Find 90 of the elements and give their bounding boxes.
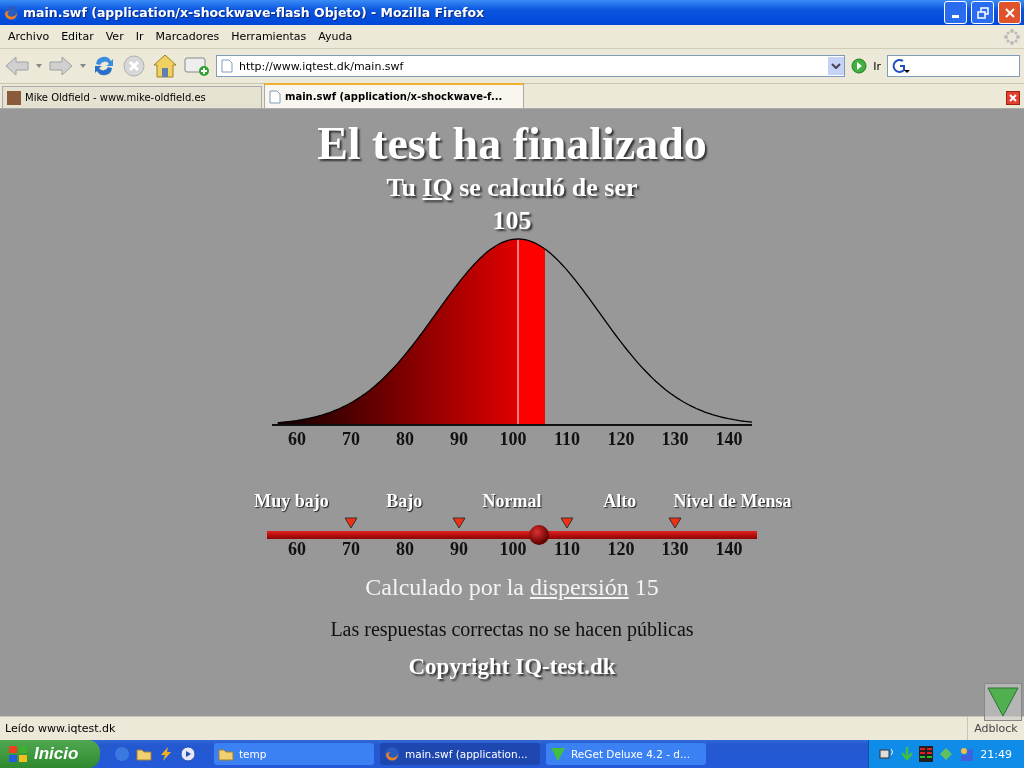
subtitle: Tu IQ se calculó de ser <box>386 172 638 204</box>
minimize-icon <box>952 15 959 18</box>
restore-icon <box>976 6 989 19</box>
window-title: main.swf (application/x-shockwave-flash Objeto) - Mozilla Firefox <box>23 5 486 20</box>
adblock-label[interactable]: Adblock <box>974 722 1018 735</box>
tab-label: Mike Oldfield - www.mike-oldfield.es <box>25 92 206 103</box>
bookmark-add-icon[interactable] <box>184 55 210 77</box>
scale-label: 90 <box>450 539 468 560</box>
scale-label: 80 <box>396 539 414 560</box>
scale-label: 70 <box>342 539 360 560</box>
address-field[interactable]: http://www.iqtest.dk/main.swf <box>216 55 846 77</box>
minimize-button[interactable] <box>944 1 967 24</box>
network-icon[interactable] <box>879 746 896 762</box>
tab[interactable]: main.swf (application/x-shockwave-f... <box>264 83 524 108</box>
category-label: Normal <box>482 491 542 512</box>
menu-item[interactable]: Archivo <box>4 30 58 43</box>
scale-label: 140 <box>715 539 743 560</box>
marker-icon <box>344 517 358 529</box>
axis-label: 80 <box>396 429 414 450</box>
category-label: Bajo <box>386 491 423 512</box>
restore-button[interactable] <box>971 1 994 24</box>
axis-label: 70 <box>342 429 360 450</box>
category-label: Alto <box>603 491 637 512</box>
taskbar-button[interactable]: ReGet Deluxe 4.2 - d... <box>546 743 706 765</box>
close-icon <box>1003 6 1016 19</box>
start-button[interactable]: Inicio <box>0 740 100 768</box>
go-icon[interactable] <box>851 58 868 74</box>
lightning-icon[interactable] <box>158 746 174 762</box>
caret-icon[interactable] <box>80 64 86 68</box>
scale-label: 120 <box>607 539 635 560</box>
menu-item[interactable]: Ver <box>101 30 132 43</box>
menu-item[interactable]: Editar <box>57 30 102 43</box>
menu-item[interactable]: Herramientas <box>227 30 315 43</box>
windows-flag-icon <box>8 745 28 763</box>
page-icon <box>269 89 281 104</box>
people-icon[interactable] <box>959 746 976 762</box>
url-text: http://www.iqtest.dk/main.swf <box>239 59 405 73</box>
tab-label: main.swf (application/x-shockwave-f... <box>285 91 503 102</box>
search-engine-icon <box>891 58 911 74</box>
axis-label: 90 <box>450 429 468 450</box>
dispersion-text: Calculado por la dispersión 15 <box>365 573 659 602</box>
status-text: Leído www.iqtest.dk <box>5 722 117 735</box>
stop-icon[interactable] <box>122 54 146 78</box>
marker-icon <box>668 517 682 529</box>
clock: 21:49 <box>980 747 1012 761</box>
firefox-icon <box>3 4 19 21</box>
axis-label: 60 <box>288 429 306 450</box>
marker-icon <box>560 517 574 529</box>
forward-arrow-icon[interactable] <box>48 54 74 78</box>
page-heading: El test ha finalizado <box>317 117 707 171</box>
folder-icon <box>218 746 234 762</box>
menu-item[interactable]: Ir <box>131 30 152 43</box>
back-arrow-icon[interactable] <box>4 54 30 78</box>
taskbar-button[interactable]: temp <box>214 743 374 765</box>
close-tab-icon[interactable] <box>1006 91 1020 105</box>
photo-placeholder <box>7 90 21 105</box>
reload-icon[interactable] <box>92 54 116 78</box>
scale-label: 130 <box>661 539 689 560</box>
score-value: 105 <box>492 205 532 237</box>
marker-icon <box>452 517 466 529</box>
close-button[interactable] <box>998 1 1021 24</box>
taskbar-button[interactable]: main.swf (application... <box>380 743 540 765</box>
menu-item[interactable]: Ayuda <box>314 30 361 43</box>
dropdown-button[interactable] <box>828 57 845 75</box>
page-icon <box>221 59 233 73</box>
copyright-text: Copyright IQ-test.dk <box>408 653 616 681</box>
axis-label: 140 <box>715 429 743 450</box>
meter-icon[interactable] <box>919 746 934 762</box>
throbber-icon <box>1004 28 1020 45</box>
menu-item[interactable]: Marcadores <box>151 30 228 43</box>
axis-label: 100 <box>499 429 527 450</box>
axis-label: 130 <box>661 429 689 450</box>
chevron-icon <box>831 63 842 69</box>
scale-label: 60 <box>288 539 306 560</box>
note-text: Las respuestas correctas no se hacen públicas <box>330 617 694 641</box>
caret-icon[interactable] <box>36 64 42 68</box>
axis-label: 120 <box>607 429 635 450</box>
home-icon[interactable] <box>152 53 178 79</box>
tab[interactable]: Mike Oldfield - www.mike-oldfield.es <box>2 86 262 108</box>
go-button[interactable]: Ir <box>873 59 881 73</box>
category-label: Muy bajo <box>254 491 329 512</box>
category-label: Nivel de Mensa <box>673 491 792 512</box>
search-field[interactable] <box>887 55 1020 77</box>
folder-icon[interactable] <box>136 746 152 762</box>
triangle-icon <box>550 746 566 762</box>
firefox-icon <box>384 746 400 762</box>
scale-label: 110 <box>554 539 580 560</box>
axis-label: 110 <box>554 429 580 450</box>
scale-label: 100 <box>499 539 527 560</box>
media-player-icon[interactable] <box>180 746 196 762</box>
